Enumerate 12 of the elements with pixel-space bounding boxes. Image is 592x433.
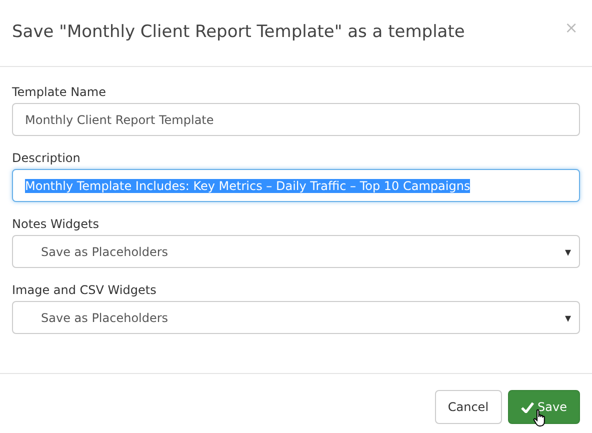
field-label: Description <box>12 151 82 165</box>
input-field[interactable]: Monthly Client Report Template <box>12 103 580 136</box>
select-field[interactable]: Save as Placeholders ▾ <box>12 235 580 268</box>
field-label: Notes Widgets <box>12 217 100 231</box>
field-label: Template Name <box>12 85 107 99</box>
cancel-button[interactable]: Cancel <box>434 390 502 424</box>
save-button[interactable]: Save <box>508 390 580 424</box>
caret-icon: ▾ <box>564 244 571 258</box>
caret-icon: ▾ <box>564 310 571 324</box>
select-field[interactable]: Save as Placeholders ▾ <box>12 301 580 334</box>
field-label: Image and CSV Widgets <box>12 283 158 297</box>
dialog-title: Save "Monthly Client Report Template" as a template <box>12 22 465 42</box>
